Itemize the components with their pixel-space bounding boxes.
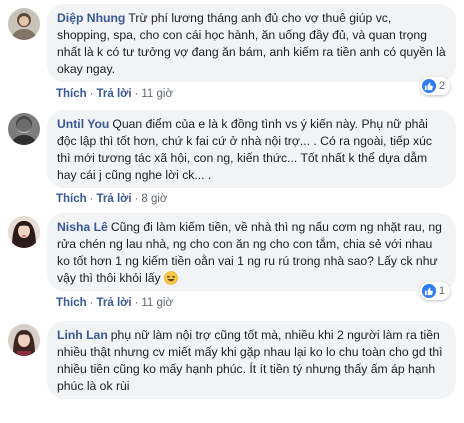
comment-text: phụ nữ làm nội trợ cũng tốt mà, nhiều kh… — [57, 328, 443, 393]
reply-link[interactable]: Trả lời — [97, 297, 132, 309]
reaction-count[interactable]: 1 — [419, 282, 450, 300]
comment-bubble: Diệp Nhung Trừ phí lương tháng anh đủ cho… — [47, 4, 456, 82]
comment-actions: Thích · Trả lời · 11 giờ — [56, 88, 174, 100]
comment-author[interactable]: Nisha Lê — [57, 220, 108, 234]
comment-time[interactable]: 8 giờ — [141, 193, 167, 205]
avatar-linh-lan[interactable] — [8, 324, 40, 356]
reaction-count[interactable]: 2 — [419, 77, 450, 95]
like-link[interactable]: Thích — [56, 193, 87, 205]
comment-author[interactable]: Linh Lan — [57, 328, 108, 342]
thumbs-up-icon — [421, 79, 436, 93]
avatar-until-you[interactable] — [8, 113, 40, 145]
comment-time[interactable]: 11 giờ — [141, 297, 173, 309]
laughing-emoji-icon — [164, 271, 178, 290]
reply-link[interactable]: Trả lời — [97, 88, 132, 100]
comment-actions: Thích · Trả lời · 8 giờ — [56, 193, 168, 205]
like-link[interactable]: Thích — [56, 297, 87, 309]
avatar-diep-nhung[interactable] — [8, 8, 40, 40]
comment-bubble: Nisha Lê Cũng đi làm kiếm tiền, về nhà th… — [47, 213, 456, 291]
comment-text: Cũng đi làm kiếm tiền, về nhà thì ng nấu… — [57, 220, 442, 285]
comment-text: Quan điểm của e là k đồng tình vs ý kiến… — [57, 117, 432, 182]
comment-actions: Thích · Trả lời · 11 giờ — [56, 297, 174, 309]
reaction-count-number: 1 — [438, 285, 445, 297]
comment-time[interactable]: 11 giờ — [141, 88, 173, 100]
like-link[interactable]: Thích — [56, 88, 87, 100]
comment-bubble: Until You Quan điểm của e là k đồng tình … — [47, 110, 456, 188]
avatar-nisha-le[interactable] — [8, 216, 40, 248]
comment-author[interactable]: Until You — [57, 117, 109, 131]
comment-author[interactable]: Diệp Nhung — [57, 11, 125, 25]
reaction-count-number: 2 — [438, 80, 445, 92]
thumbs-up-icon — [421, 284, 436, 298]
reply-link[interactable]: Trả lời — [97, 193, 132, 205]
comment-bubble: Linh Lan phụ nữ làm nội trợ cũng tốt mà, … — [47, 321, 456, 399]
